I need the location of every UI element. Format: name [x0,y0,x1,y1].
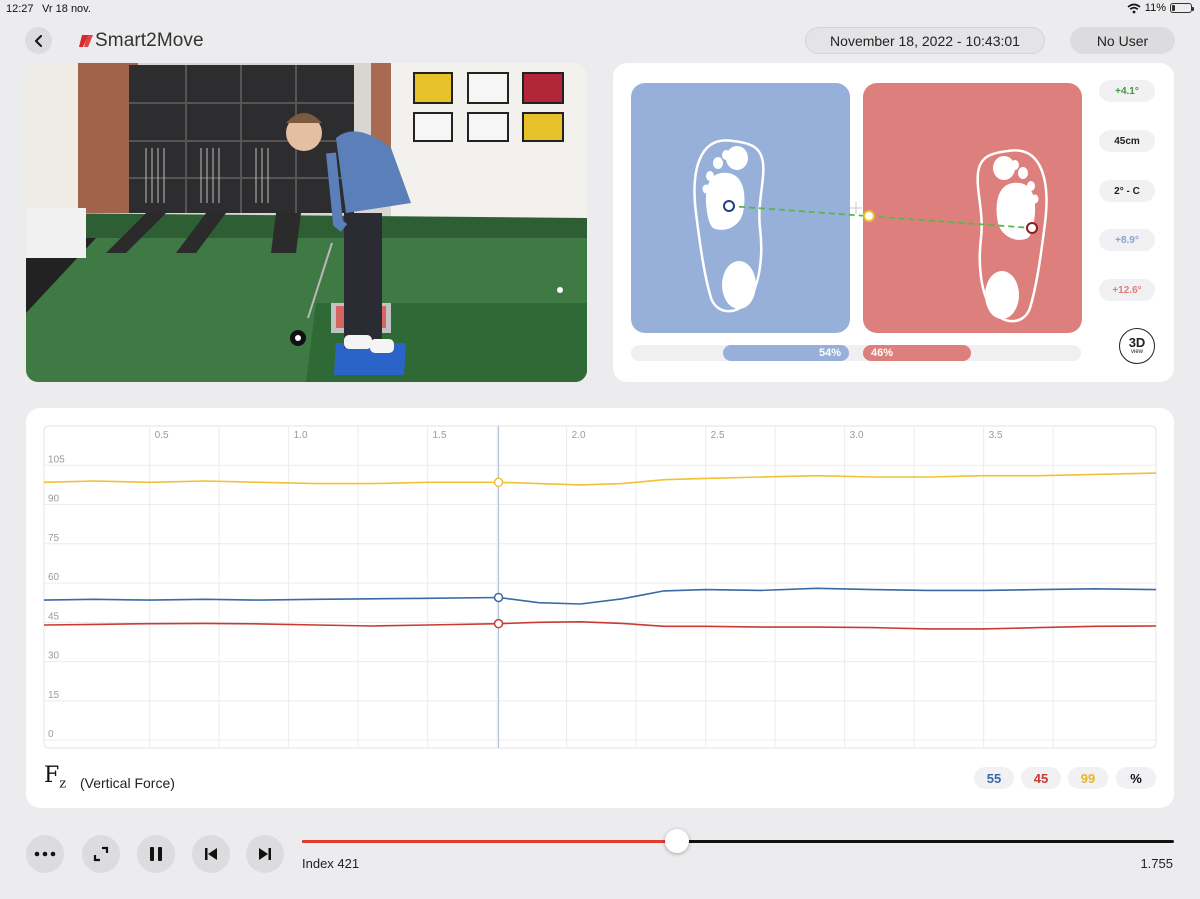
left-foot-card[interactable] [631,83,850,333]
next-button[interactable] [246,835,284,873]
fz-letter: F [44,763,60,788]
fullscreen-button[interactable] [82,835,120,873]
frame-index: Index 421 [302,856,360,871]
3d-view-sublabel: view [1130,349,1143,355]
y-tick-label: 15 [48,690,60,701]
right-force-line-marker [493,618,504,629]
left-force-line [43,587,1157,605]
y-tick-label: 105 [48,454,65,465]
chart-label: (Vertical Force) [80,775,175,791]
previous-button[interactable] [192,835,230,873]
skip-forward-icon [259,848,271,860]
status-right: 11% [1127,2,1194,14]
y-tick-label: 45 [48,611,60,622]
x-tick-label: 2.5 [711,430,725,441]
left-force-value[interactable]: 55 [974,767,1014,789]
timeline-handle[interactable] [664,829,689,853]
chevron-left-icon [34,34,42,47]
total-force-value[interactable]: 99 [1068,767,1108,789]
pause-button[interactable] [137,835,175,873]
metric-pill-5[interactable]: +12.6° [1099,279,1155,301]
metric-pill-2[interactable]: 45cm [1099,130,1155,152]
x-tick-label: 2.0 [572,430,586,441]
brand-logo: Smart2Move [79,30,204,52]
battery-percent: 11% [1144,2,1166,14]
skip-back-icon [205,848,217,860]
more-button[interactable] [26,835,64,873]
3d-view-label: 3D [1128,335,1146,350]
session-datetime[interactable]: November 18, 2022 - 10:43:01 [805,27,1045,54]
plot-frame [43,425,1157,749]
unit-toggle[interactable]: % [1116,767,1156,789]
battery-icon [1170,3,1194,13]
user-button[interactable]: No User [1070,27,1175,54]
right-foot-card[interactable] [863,83,1082,333]
back-button[interactable] [25,27,52,54]
y-tick-label: 30 [48,651,60,662]
right-distribution-bar: 46% [863,345,971,361]
pause-icon [150,847,162,861]
pressure-panel: 54% 46% +4.1° 45cm 2° - C +8.9° +12.6° 3… [613,63,1174,382]
x-tick-label: 1.0 [294,430,308,441]
total-force-line [43,472,1157,486]
expand-icon [93,846,109,862]
right-force-line [43,620,1157,630]
metric-pill-1[interactable]: +4.1° [1099,80,1155,102]
current-time: 1.755 [1140,856,1173,871]
wifi-icon [1127,3,1141,13]
swing-video[interactable] [26,63,587,382]
x-tick-label: 0.5 [155,430,169,441]
y-tick-label: 75 [48,533,60,544]
metric-pill-4[interactable]: +8.9° [1099,229,1155,251]
3d-view-button[interactable]: 3D view [1119,328,1155,364]
status-date: Vr 18 nov. [42,3,91,15]
y-tick-label: 60 [48,572,60,583]
x-tick-label: 3.5 [989,430,1003,441]
right-force-value[interactable]: 45 [1021,767,1061,789]
fz-subscript: z [59,776,67,792]
x-tick-label: 3.0 [850,430,864,441]
total-force-line-marker [493,477,504,488]
video-frame-image [26,63,587,382]
ellipsis-icon [34,851,56,857]
brand-name: Smart2Move [95,30,204,51]
y-tick-label: 0 [48,729,54,740]
left-distribution-bar: 54% [723,345,849,361]
y-tick-label: 90 [48,494,60,505]
status-time: 12:27 [6,3,34,15]
weight-distribution-track [631,345,1081,361]
timeline-progress [302,840,677,843]
left-force-line-marker [493,592,504,603]
force-chart-panel: 0.5 1.0 1.5 2.0 2.5 3.0 3.5 0 15 30 45 60 75 90 105 Fz… [26,408,1174,808]
x-tick-label: 1.5 [433,430,447,441]
status-bar: 12:27 Vr 18 nov. 11% [0,0,1200,18]
fz-symbol: Fz [44,763,66,791]
brand-mark-icon [79,35,93,47]
vertical-force-chart[interactable]: 0.5 1.0 1.5 2.0 2.5 3.0 3.5 0 15 30 45 60 75 90 105 [26,408,1174,808]
metric-pill-3[interactable]: 2° - C [1099,180,1155,202]
